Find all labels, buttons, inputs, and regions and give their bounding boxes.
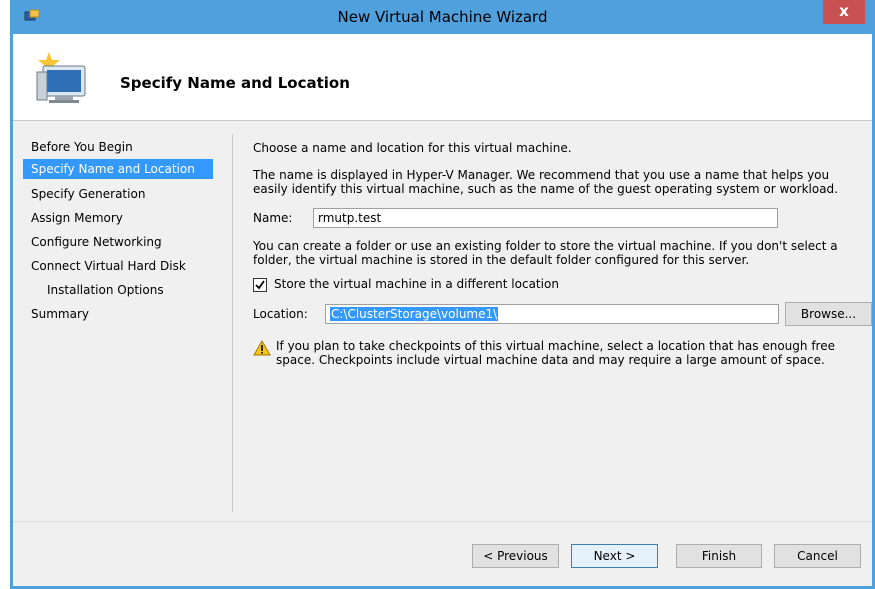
next-button[interactable]: Next > (571, 544, 658, 568)
location-input-value: C:\ClusterStorage\volume1\ (330, 307, 499, 321)
store-location-checkbox[interactable] (253, 278, 267, 292)
previous-button[interactable]: < Previous (472, 544, 559, 568)
nav-item-before-you-begin[interactable]: Before You Begin (23, 137, 213, 157)
browse-button[interactable]: Browse... (785, 302, 872, 326)
close-button[interactable]: x (823, 0, 865, 24)
nav-item-specify-generation[interactable]: Specify Generation (23, 184, 213, 204)
nav-item-connect-virtual-hard-disk[interactable]: Connect Virtual Hard Disk (23, 256, 213, 276)
wizard-steps-nav: Before You Begin Specify Name and Locati… (13, 121, 228, 521)
nav-item-specify-name-location[interactable]: Specify Name and Location (23, 159, 213, 179)
window-title: New Virtual Machine Wizard (337, 8, 548, 26)
wizard-header: Specify Name and Location (13, 34, 872, 120)
nav-item-configure-networking[interactable]: Configure Networking (23, 232, 213, 252)
name-input[interactable] (313, 208, 778, 228)
wizard-window: New Virtual Machine Wizard x Specify Nam… (10, 0, 875, 589)
footer-divider (13, 521, 872, 522)
checkpoint-warning-text: If you plan to take checkpoints of this … (276, 339, 835, 367)
finish-button[interactable]: Finish (676, 544, 762, 568)
location-label: Location: (253, 307, 308, 321)
checkmark-icon (255, 280, 265, 290)
intro-text: Choose a name and location for this virt… (253, 141, 572, 155)
cancel-button[interactable]: Cancel (774, 544, 861, 568)
name-help-text: The name is displayed in Hyper-V Manager… (253, 168, 838, 196)
nav-divider (232, 134, 233, 512)
wizard-computer-icon (36, 52, 86, 103)
wizard-client-area: Specify Name and Location Before You Beg… (13, 34, 872, 586)
folder-help-text: You can create a folder or use an existi… (253, 239, 838, 267)
name-label: Name: (253, 211, 293, 225)
title-bar[interactable]: New Virtual Machine Wizard x (10, 0, 875, 34)
location-input[interactable]: C:\ClusterStorage\volume1\ (325, 304, 779, 324)
store-location-label[interactable]: Store the virtual machine in a different… (274, 277, 559, 291)
nav-item-summary[interactable]: Summary (23, 304, 213, 324)
nav-item-assign-memory[interactable]: Assign Memory (23, 208, 213, 228)
warning-icon (253, 340, 271, 356)
page-title: Specify Name and Location (120, 74, 350, 92)
nav-item-installation-options[interactable]: Installation Options (23, 280, 213, 300)
